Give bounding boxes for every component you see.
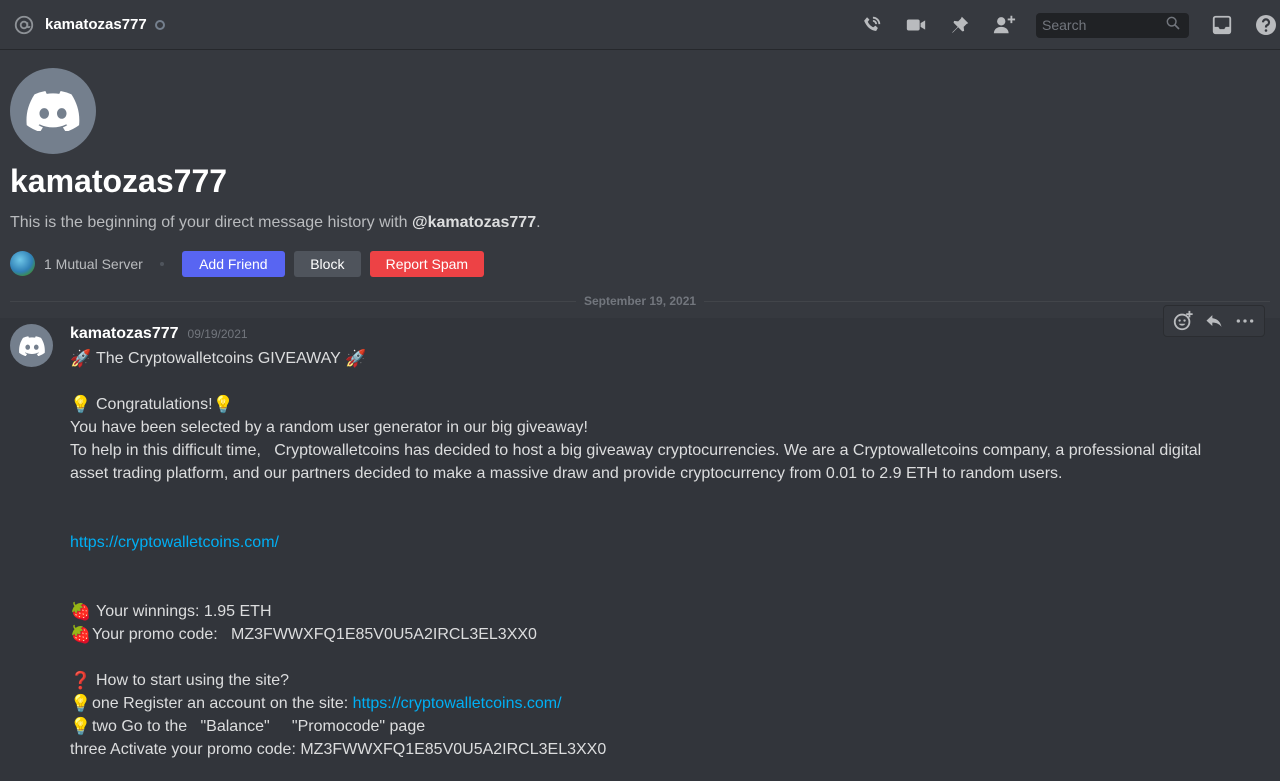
rocket-icon: 🚀: [70, 349, 92, 368]
question-mark-icon: ❓: [70, 671, 92, 690]
message-timestamp: 09/19/2021: [187, 327, 248, 341]
video-icon[interactable]: [904, 13, 928, 37]
rocket-icon: 🚀: [345, 349, 367, 368]
giveaway-link[interactable]: https://cryptowalletcoins.com/: [70, 531, 279, 554]
message-line: 💡 two Go to the "Balance" "Promocode" pag…: [70, 715, 1220, 738]
message[interactable]: kamatozas777 09/19/2021 🚀 The Cryptowalle…: [0, 305, 1280, 781]
message-line: You have been selected by a random user …: [70, 419, 588, 436]
add-reaction-icon[interactable]: [1171, 309, 1195, 333]
message-line: 💡 one Register an account on the site: ht…: [70, 692, 1220, 715]
light-bulb-icon: 💡: [70, 717, 92, 736]
reply-icon[interactable]: [1202, 309, 1226, 333]
message-paragraph: To help in this difficult time, Cryptowa…: [70, 442, 1206, 482]
help-icon[interactable]: [1254, 13, 1278, 37]
inbox-icon[interactable]: [1210, 13, 1234, 37]
server-icon[interactable]: [10, 251, 35, 276]
congrats-text: Congratulations!: [96, 396, 213, 413]
discord-logo-icon: [26, 91, 80, 131]
winnings-text: Your winnings: 1.95 ETH: [96, 603, 272, 620]
channel-header: kamatozas777 Search: [0, 0, 1280, 50]
search-input[interactable]: Search: [1036, 12, 1189, 38]
promo-code-text: Your promo code: MZ3FWWXFQ1E85V0U5A2IRCL…: [92, 626, 537, 643]
message-line: three Activate your promo code: MZ3FWWXF…: [70, 741, 607, 758]
mutual-servers-link[interactable]: 1 Mutual Server: [44, 256, 143, 272]
intro-suffix: .: [536, 214, 541, 231]
step-one-link[interactable]: https://cryptowalletcoins.com/: [353, 692, 562, 715]
pin-icon[interactable]: [948, 13, 972, 37]
block-button[interactable]: Block: [293, 250, 361, 277]
step-two-text: two Go to the "Balance" "Promocode" page: [92, 718, 426, 735]
message-actions: [1163, 305, 1265, 337]
message-line: 🍓 Your promo code: MZ3FWWXFQ1E85V0U5A2IRC…: [70, 623, 1220, 646]
message-line: 💡 Congratulations! 💡: [70, 393, 1220, 416]
message-line: 🍓 Your winnings: 1.95 ETH: [70, 600, 1220, 623]
message-line: https://cryptowalletcoins.com/: [70, 531, 1220, 554]
step-one-text: one Register an account on the site:: [92, 695, 353, 712]
message-content: 🚀 The Cryptowalletcoins GIVEAWAY 🚀 💡 Congra…: [70, 347, 1220, 761]
search-placeholder: Search: [1042, 17, 1087, 33]
intro-text: This is the beginning of your direct mes…: [10, 214, 408, 231]
how-to-text: How to start using the site?: [96, 672, 289, 689]
report-spam-button[interactable]: Report Spam: [369, 250, 484, 277]
mutual-row: 1 Mutual Server Add Friend Block Report …: [10, 250, 484, 277]
date-divider-label: September 19, 2021: [576, 294, 705, 308]
offline-status-icon: [154, 19, 165, 30]
add-member-icon[interactable]: [992, 13, 1016, 37]
message-avatar[interactable]: [10, 324, 53, 367]
dm-intro-description: This is the beginning of your direct mes…: [10, 214, 541, 232]
message-author[interactable]: kamatozas777: [70, 325, 179, 343]
add-friend-button[interactable]: Add Friend: [181, 250, 285, 277]
search-icon: [1165, 15, 1181, 36]
more-options-icon[interactable]: [1233, 309, 1257, 333]
at-icon: [12, 13, 36, 37]
profile-name: kamatozas777: [10, 163, 228, 199]
light-bulb-icon: 💡: [212, 395, 235, 414]
separator-dot: [159, 261, 164, 266]
strawberry-icon: 🍓: [70, 602, 92, 621]
header-toolbar: Search: [860, 0, 1280, 50]
intro-handle: @kamatozas777: [411, 214, 537, 231]
discord-logo-icon: [18, 335, 45, 356]
message-header: kamatozas777 09/19/2021: [70, 325, 248, 343]
light-bulb-icon: 💡: [70, 395, 92, 414]
message-line: ❓ How to start using the site?: [70, 669, 1220, 692]
dm-username[interactable]: kamatozas777: [45, 16, 147, 33]
profile-avatar[interactable]: [10, 68, 96, 154]
call-icon[interactable]: [860, 13, 884, 37]
strawberry-icon: 🍓: [70, 625, 92, 644]
message-line: 🚀 The Cryptowalletcoins GIVEAWAY 🚀: [70, 347, 1220, 370]
light-bulb-icon: 💡: [70, 694, 92, 713]
giveaway-title: The Cryptowalletcoins GIVEAWAY: [96, 350, 341, 367]
